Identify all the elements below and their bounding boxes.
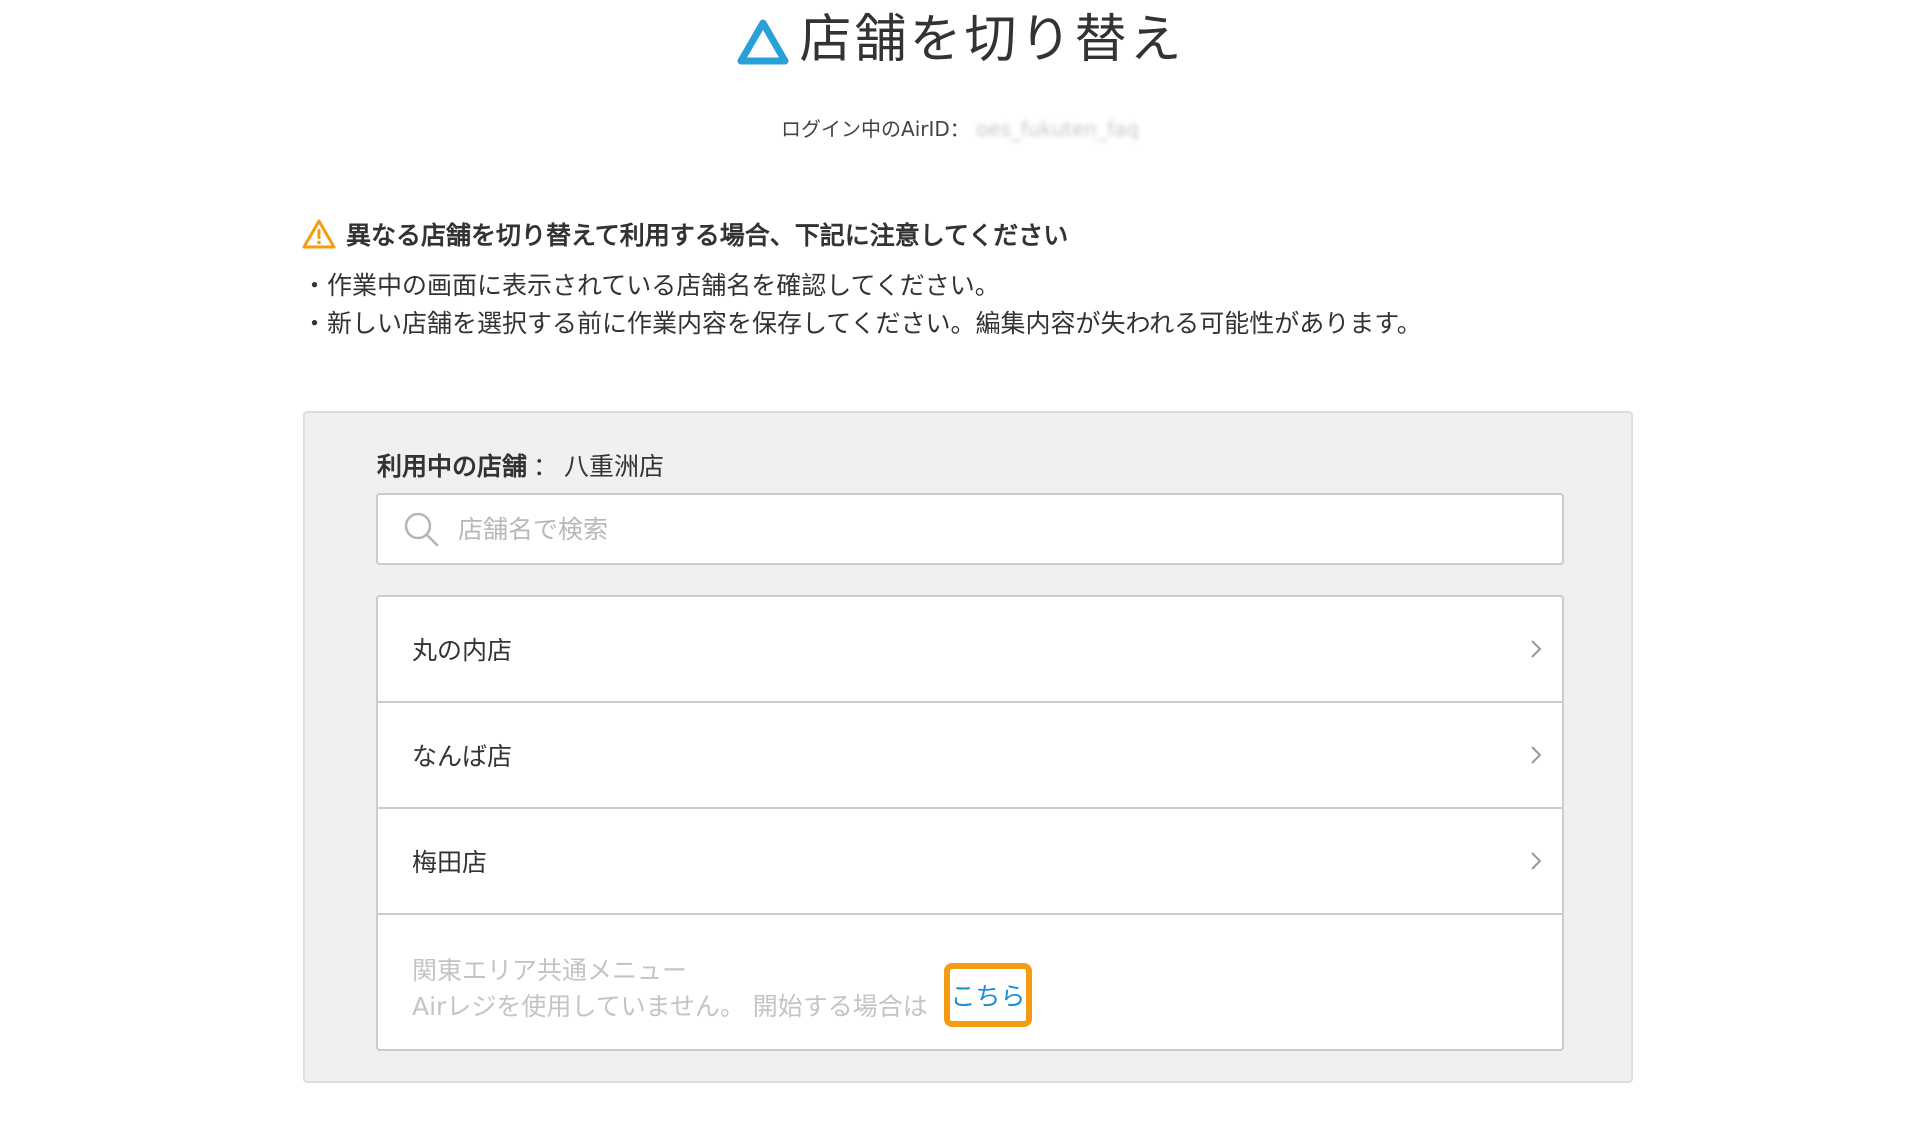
search-icon	[404, 512, 439, 547]
current-store-label: 利用中の店舗	[377, 452, 528, 481]
chevron-right-icon	[1531, 852, 1542, 870]
login-label: ログイン中のAirID：	[781, 117, 970, 141]
inactive-store-name: 関東エリア共通メニュー	[412, 956, 688, 985]
store-item-inactive: 関東エリア共通メニュー Airレジを使用していません。 開始する場合は こちら	[378, 915, 1562, 1055]
notice-heading: 異なる店舗を切り替えて利用する場合、下記に注意してください	[302, 215, 1642, 253]
store-item-umeda[interactable]: 梅田店	[378, 809, 1562, 915]
notice-line: ・作業中の画面に表示されている店舗名を確認してください。	[302, 271, 1000, 300]
notice-lines: ・作業中の画面に表示されている店舗名を確認してください。 ・新しい店舗を選択する…	[302, 267, 1642, 343]
store-item-label: 丸の内店	[412, 636, 513, 665]
notice-line: ・新しい店舗を選択する前に作業内容を保存してください。編集内容が失われる可能性が…	[302, 309, 1422, 338]
store-list: 丸の内店 なんば店 梅田店 関東エリア共通メニュー Airレジを使用していません…	[376, 595, 1564, 1051]
switch-notice: 異なる店舗を切り替えて利用する場合、下記に注意してください ・作業中の画面に表示…	[302, 215, 1642, 343]
store-select-panel: 利用中の店舗：八重洲店 丸の内店 なんば店	[303, 411, 1633, 1083]
air-logo-icon	[737, 19, 789, 65]
current-store-separator: ：	[533, 452, 559, 481]
chevron-right-icon	[1531, 746, 1542, 764]
store-switch-page: 店舗を切り替え ログイン中のAirID： oes_fukuten_faq 異なる店…	[0, 0, 1920, 1128]
chevron-right-icon	[1531, 640, 1542, 658]
inactive-store-message: Airレジを使用していません。 開始する場合は	[412, 992, 928, 1021]
start-airregi-link[interactable]: こちら	[944, 963, 1032, 1027]
login-info: ログイン中のAirID： oes_fukuten_faq	[0, 113, 1920, 142]
store-search-input[interactable]	[456, 504, 1540, 554]
store-item-marunouchi[interactable]: 丸の内店	[378, 597, 1562, 703]
store-item-label: 梅田店	[412, 848, 488, 877]
store-item-label: なんば店	[412, 742, 513, 771]
current-store-name: 八重洲店	[564, 452, 665, 481]
header: 店舗を切り替え	[0, 0, 1920, 80]
current-store: 利用中の店舗：八重洲店	[377, 447, 664, 483]
warning-icon	[302, 219, 336, 249]
page-title: 店舗を切り替え	[799, 10, 1185, 70]
store-item-namba[interactable]: なんば店	[378, 703, 1562, 809]
store-search-box[interactable]	[376, 493, 1564, 565]
login-airid: oes_fukuten_faq	[975, 117, 1139, 141]
notice-heading-text: 異なる店舗を切り替えて利用する場合、下記に注意してください	[346, 221, 1069, 250]
